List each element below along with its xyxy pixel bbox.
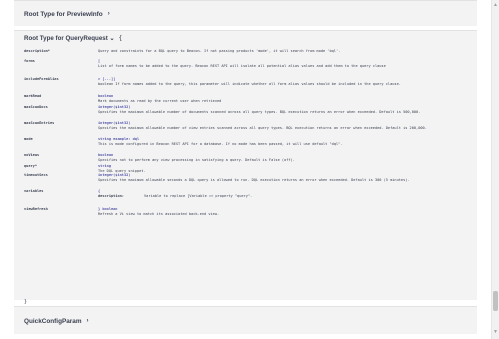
model-title[interactable]: Root Type for QueryRequest ⌄ {	[24, 35, 122, 42]
property-description: Mark documents as read by the current us…	[98, 98, 222, 103]
property-name: maxScanDocs	[24, 105, 48, 109]
property-name: markRead	[24, 94, 42, 98]
scroll-up-arrow-icon[interactable]: ▲	[493, 2, 498, 8]
property-value: } boolean Refresh a Vi view to match its …	[98, 207, 466, 216]
model-title[interactable]: Root Type for PreviewInfo	[24, 11, 103, 18]
model-header[interactable]: QuickConfigParam ›	[14, 307, 477, 335]
vertical-scrollbar[interactable]: ▲ ▼	[491, 0, 499, 339]
property-name: includeFormAlias	[24, 77, 59, 81]
property-value: boolean Mark documents as read by the cur…	[98, 94, 466, 103]
model-header[interactable]: Root Type for PreviewInfo ›	[14, 1, 477, 27]
property-description: Specifies not to perform any view proces…	[98, 157, 295, 162]
scrollbar-thumb[interactable]	[493, 291, 498, 311]
property-description: Specifies the maximum allowable number o…	[98, 109, 421, 114]
property-description: This is mode configured in Beacon REST A…	[98, 141, 343, 146]
variables-sub-key: description:	[98, 193, 124, 198]
variables-sub-value: Variable to replace [Variable => propert…	[144, 193, 253, 198]
chevron-right-icon[interactable]: ›	[108, 11, 110, 17]
property-value: integer($int32) Specifies the maximum all…	[98, 105, 466, 114]
property-value: boolean Specifies not to perform any view…	[98, 153, 466, 162]
property-name: mode	[24, 137, 33, 141]
schema-page: Root Type for PreviewInfo › Root Type fo…	[0, 0, 490, 339]
property-name: query*	[24, 164, 37, 168]
property-value: > [...]] boolean If form names added to t…	[98, 77, 466, 86]
property-value: {description: Variable to replace [Variab…	[98, 189, 466, 198]
property-value: string The DQL query snippet.	[98, 164, 466, 173]
property-value: integer($int32) Specifies the maximum all…	[98, 121, 466, 130]
property-name: viewRefresh	[24, 207, 48, 211]
model-quick-config-param[interactable]: QuickConfigParam ›	[14, 306, 477, 334]
property-name: maxScanEntries	[24, 121, 55, 125]
property-description: List of form names to be added to the qu…	[98, 63, 386, 68]
property-value: Query and constraints for a BQL query to…	[98, 49, 466, 54]
property-description: Specifies the maximum allowable number o…	[98, 125, 427, 130]
variables-subrow: description: Variable to replace [Variabl…	[98, 194, 466, 199]
property-value: integer($int32) Specifies the maximum all…	[98, 173, 466, 182]
property-name: forms	[24, 59, 35, 63]
chevron-down-icon[interactable]: ⌄	[110, 35, 115, 42]
property-description: boolean If form names added to the query…	[98, 81, 401, 86]
property-name: description*	[24, 49, 50, 53]
model-query-request: Root Type for QueryRequest ⌄ { descripti…	[14, 30, 477, 323]
property-name: variables	[24, 189, 44, 193]
property-description: Refresh a Vi view to match its associate…	[98, 211, 220, 216]
model-title[interactable]: QuickConfigParam	[24, 318, 82, 325]
property-name: timeoutSecs	[24, 173, 48, 177]
property-value: string example: dql This is mode configur…	[98, 137, 466, 146]
property-name: noViews	[24, 153, 40, 157]
property-description: Specifies the maximum allowable seconds …	[98, 177, 410, 182]
brace-open: {	[118, 35, 123, 42]
chevron-right-icon[interactable]: ›	[87, 318, 89, 324]
property-description: Query and constraints for a BQL query to…	[98, 49, 341, 53]
scroll-down-arrow-icon[interactable]: ▼	[493, 329, 498, 335]
brace-close: }	[24, 299, 28, 305]
model-preview-info[interactable]: Root Type for PreviewInfo ›	[14, 0, 477, 26]
property-value: [List of form names to be added to the q…	[98, 59, 466, 68]
